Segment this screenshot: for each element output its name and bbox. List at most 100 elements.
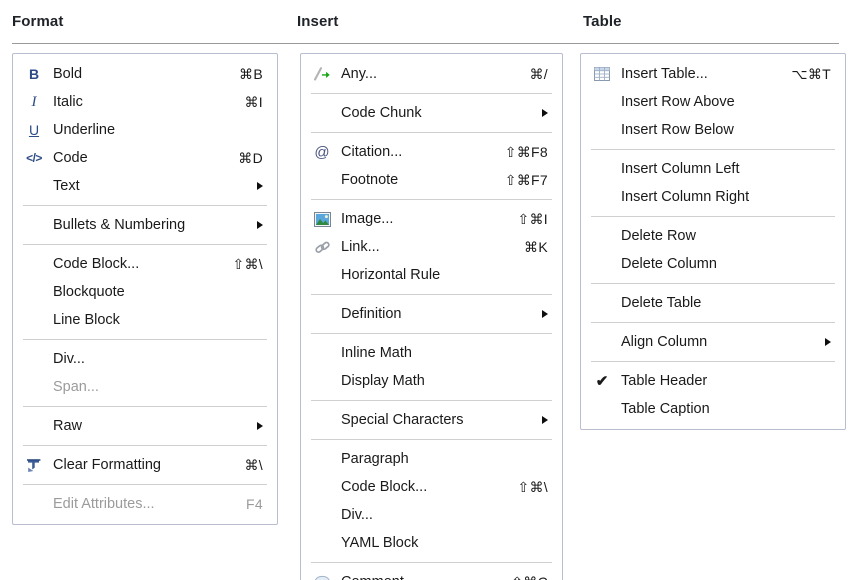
menu-item-div[interactable]: Div... <box>301 501 562 529</box>
menu-item-shortcut: ⌘I <box>244 93 263 110</box>
menu-item-label: Edit Attributes... <box>53 496 155 512</box>
menu-item-label: Delete Column <box>621 256 717 272</box>
menu-item-align-column[interactable]: Align Column <box>581 328 845 356</box>
menu-item-special-characters[interactable]: Special Characters <box>301 406 562 434</box>
menu-item-insert-column-left[interactable]: Insert Column Left <box>581 155 845 183</box>
menu-item-shortcut: ⇧⌘F7 <box>504 171 548 188</box>
menu-item-label: Blockquote <box>53 284 125 300</box>
menu-item-label: Definition <box>341 306 402 322</box>
check-icon: ✔ <box>595 372 609 390</box>
menu-item-code[interactable]: </> Code ⌘D <box>13 144 277 172</box>
icon-placeholder <box>311 533 333 553</box>
menu-separator <box>23 205 267 206</box>
icon-placeholder <box>311 371 333 391</box>
insert-table-icon <box>591 64 613 84</box>
menu-item-bold[interactable]: B Bold ⌘B <box>13 60 277 88</box>
menu-item-label: Bold <box>53 66 83 82</box>
icon-placeholder <box>591 187 613 207</box>
menu-item-raw[interactable]: Raw <box>13 412 277 440</box>
menu-item-yaml-block[interactable]: YAML Block <box>301 529 562 557</box>
icon-placeholder <box>23 215 45 235</box>
icon-placeholder <box>311 103 333 123</box>
menu-separator <box>591 322 835 323</box>
clear-formatting-icon <box>23 455 45 475</box>
menu-item-comment[interactable]: Comment ⇧⌘C <box>301 568 562 580</box>
menu-item-shortcut: ⌥⌘T <box>791 65 831 82</box>
menu-item-definition[interactable]: Definition <box>301 300 562 328</box>
format-menu[interactable]: B Bold ⌘B I Italic ⌘I U Underline </> Code ⌘D Text B… <box>12 53 278 525</box>
icon-placeholder <box>311 343 333 363</box>
menu-item-insert-table[interactable]: Insert Table... ⌥⌘T <box>581 60 845 88</box>
icon-placeholder <box>311 477 333 497</box>
menu-item-image[interactable]: Image... ⇧⌘I <box>301 205 562 233</box>
menu-item-bullets-and-numbering[interactable]: Bullets & Numbering <box>13 211 277 239</box>
menu-item-line-block[interactable]: Line Block <box>13 306 277 334</box>
menu-item-label: Table Caption <box>621 401 710 417</box>
menu-item-edit-attributes: Edit Attributes... F4 <box>13 490 277 518</box>
menu-item-label: Citation... <box>341 144 403 160</box>
menu-item-underline[interactable]: U Underline <box>13 116 277 144</box>
menu-item-label: Div... <box>53 351 85 367</box>
menu-item-code-block[interactable]: Code Block... ⇧⌘\ <box>13 250 277 278</box>
menu-item-insert-row-above[interactable]: Insert Row Above <box>581 88 845 116</box>
menu-item-label: Footnote <box>341 172 399 188</box>
menu-item-blockquote[interactable]: Blockquote <box>13 278 277 306</box>
insert-menu[interactable]: Any... ⌘/ Code Chunk @ Citation... ⇧⌘F8 Footno… <box>300 53 563 580</box>
image-icon <box>311 209 333 229</box>
menu-item-table-caption[interactable]: Table Caption <box>581 395 845 423</box>
menu-item-shortcut: ⌘/ <box>529 65 548 82</box>
menu-item-shortcut: ⌘\ <box>244 456 263 473</box>
menu-item-text[interactable]: Text <box>13 172 277 200</box>
menu-item-delete-table[interactable]: Delete Table <box>581 289 845 317</box>
menu-item-shortcut: ⇧⌘I <box>517 210 548 227</box>
menu-item-label: Code <box>53 150 88 166</box>
menu-item-inline-math[interactable]: Inline Math <box>301 339 562 367</box>
header-divider <box>12 43 839 44</box>
menu-item-label: Horizontal Rule <box>341 267 441 283</box>
menu-item-label: Paragraph <box>341 451 409 467</box>
menu-item-shortcut: ⇧⌘\ <box>232 255 263 272</box>
menu-item-label: YAML Block <box>341 535 419 551</box>
menu-item-label: Line Block <box>53 312 120 328</box>
icon-placeholder <box>591 92 613 112</box>
menu-item-italic[interactable]: I Italic ⌘I <box>13 88 277 116</box>
menu-item-label: Align Column <box>621 334 708 350</box>
icon-placeholder <box>311 449 333 469</box>
menu-item-label: Code Block... <box>341 479 428 495</box>
menu-item-any[interactable]: Any... ⌘/ <box>301 60 562 88</box>
icon-placeholder <box>311 170 333 190</box>
menu-separator <box>311 333 552 334</box>
icon-placeholder <box>23 494 45 514</box>
menu-item-insert-row-below[interactable]: Insert Row Below <box>581 116 845 144</box>
table-menu[interactable]: Insert Table... ⌥⌘T Insert Row Above Insert… <box>580 53 846 430</box>
menu-separator <box>591 149 835 150</box>
menu-separator <box>591 283 835 284</box>
menu-item-code-block[interactable]: Code Block... ⇧⌘\ <box>301 473 562 501</box>
menu-item-paragraph[interactable]: Paragraph <box>301 445 562 473</box>
menu-item-label: Insert Row Below <box>621 122 734 138</box>
icon-placeholder <box>311 304 333 324</box>
menu-item-horizontal-rule[interactable]: Horizontal Rule <box>301 261 562 289</box>
menu-item-shortcut: ⌘B <box>239 65 263 82</box>
menu-item-link[interactable]: Link... ⌘K <box>301 233 562 261</box>
menu-item-insert-column-right[interactable]: Insert Column Right <box>581 183 845 211</box>
icon-placeholder <box>23 282 45 302</box>
menu-separator <box>23 484 267 485</box>
menu-item-label: Text <box>53 178 80 194</box>
menu-separator <box>311 562 552 563</box>
link-icon <box>311 237 333 257</box>
menu-item-table-header[interactable]: ✔ Table Header <box>581 367 845 395</box>
menu-item-code-chunk[interactable]: Code Chunk <box>301 99 562 127</box>
submenu-arrow-icon <box>257 182 263 190</box>
menu-separator <box>591 361 835 362</box>
menu-item-shortcut: ⌘D <box>238 149 263 166</box>
menu-item-footnote[interactable]: Footnote ⇧⌘F7 <box>301 166 562 194</box>
menu-item-clear-formatting[interactable]: Clear Formatting ⌘\ <box>13 451 277 479</box>
menu-item-delete-column[interactable]: Delete Column <box>581 250 845 278</box>
menu-separator <box>23 339 267 340</box>
menu-item-div[interactable]: Div... <box>13 345 277 373</box>
table-column-header: Table <box>583 13 622 30</box>
menu-item-delete-row[interactable]: Delete Row <box>581 222 845 250</box>
menu-item-citation[interactable]: @ Citation... ⇧⌘F8 <box>301 138 562 166</box>
menu-item-display-math[interactable]: Display Math <box>301 367 562 395</box>
